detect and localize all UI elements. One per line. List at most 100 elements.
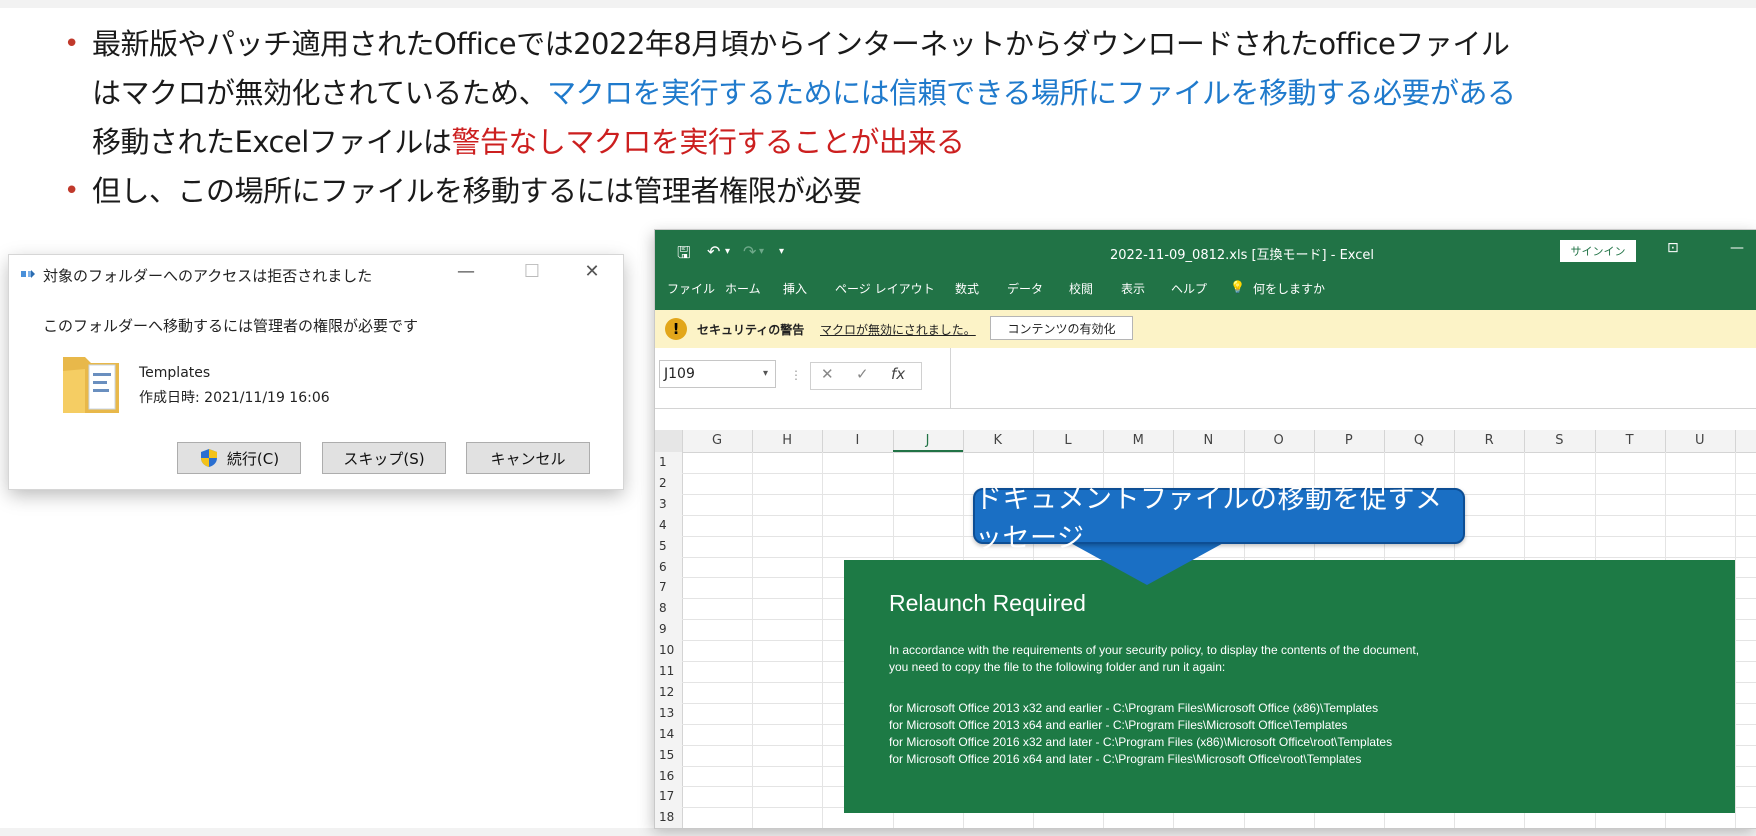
minimize-window-icon[interactable]: — <box>1730 240 1744 256</box>
security-warning-bar: ! セキュリティの警告 マクロが無効にされました。 コンテンツの有効化 <box>655 310 1756 349</box>
save-icon[interactable]: 🖫 <box>677 242 691 269</box>
row-header[interactable]: 4 <box>655 518 683 532</box>
customize-qat-icon[interactable]: ▾ <box>779 246 784 257</box>
formula-buttons: ✕ ✓ fx <box>810 362 922 390</box>
row-header[interactable]: 3 <box>655 497 683 511</box>
bullet-item-1: • 最新版やパッチ適用されたOfficeでは2022年8月頃からインターネットか… <box>60 20 1740 69</box>
row-header[interactable]: 17 <box>655 789 683 803</box>
row-header[interactable]: 7 <box>655 580 683 594</box>
undo-dropdown-icon[interactable]: ▾ <box>725 246 730 257</box>
bullet-1-line-2: はマクロが無効化されているため、 <box>92 76 548 110</box>
security-message[interactable]: マクロが無効にされました。 <box>820 321 976 338</box>
tab-help[interactable]: ヘルプ <box>1171 280 1207 297</box>
column-divider <box>1735 430 1736 452</box>
relaunch-path-line: for Microsoft Office 2013 x32 and earlie… <box>889 701 1379 715</box>
column-header[interactable]: K <box>963 433 1033 448</box>
column-header[interactable]: O <box>1244 433 1314 448</box>
tab-home[interactable]: ホーム <box>725 280 761 297</box>
row-header[interactable]: 8 <box>655 601 683 615</box>
bullet-item-1-cont2: 移動されたExcelファイルは警告なしマクロを実行することが出来る <box>60 118 1740 167</box>
relaunch-path-line: for Microsoft Office 2016 x32 and later … <box>889 735 1393 749</box>
close-button[interactable]: ✕ <box>577 261 607 282</box>
bullet-dot: • <box>64 176 79 206</box>
callout-label: ドキュメントファイルの移動を促すメッセージ <box>973 484 1465 554</box>
maximize-button[interactable]: ☐ <box>517 261 547 282</box>
name-box-dropdown-icon[interactable]: ▾ <box>763 368 768 379</box>
row-header[interactable]: 5 <box>655 539 683 553</box>
redo-icon[interactable]: ↷ <box>743 242 756 261</box>
security-label: セキュリティの警告 <box>697 323 805 337</box>
cancel-button[interactable]: キャンセル <box>466 442 590 474</box>
lightbulb-icon: 💡 <box>1230 280 1245 294</box>
relaunch-title: Relaunch Required <box>889 590 1086 616</box>
row-header[interactable]: 1 <box>655 455 683 469</box>
bullet-dot: • <box>64 29 79 59</box>
tab-data[interactable]: データ <box>1007 280 1043 297</box>
column-header[interactable]: N <box>1173 433 1243 448</box>
relaunch-body-line: you need to copy the file to the followi… <box>889 660 1226 674</box>
row-header[interactable]: 13 <box>655 706 683 720</box>
row-header[interactable]: 2 <box>655 476 683 490</box>
column-header[interactable]: T <box>1595 433 1665 448</box>
formula-bar-grip: ⋮ <box>790 368 802 382</box>
skip-button[interactable]: スキップ(S) <box>322 442 446 474</box>
row-headers: 1 2 3 4 5 6 7 8 9 10 11 12 13 14 15 16 17 18 <box>655 452 683 828</box>
enter-formula-icon[interactable]: ✓ <box>856 365 869 383</box>
tab-view[interactable]: 表示 <box>1121 280 1145 297</box>
bullet-item-1-cont: はマクロが無効化されているため、マクロを実行するためには信頼できる場所にファイル… <box>60 69 1740 118</box>
uac-shield-icon <box>200 449 217 467</box>
tab-page-layout[interactable]: ページ レイアウト <box>835 280 935 297</box>
column-header[interactable]: I <box>822 433 892 448</box>
column-header[interactable]: J <box>893 433 963 448</box>
signin-button[interactable]: サインイン <box>1560 240 1636 262</box>
ribbon-display-options-icon[interactable]: ⊡ <box>1667 240 1679 256</box>
column-header[interactable]: P <box>1314 433 1384 448</box>
tab-insert[interactable]: 挿入 <box>783 280 807 297</box>
column-header[interactable]: R <box>1454 433 1524 448</box>
row-header[interactable]: 15 <box>655 748 683 762</box>
column-header[interactable]: M <box>1103 433 1173 448</box>
column-header[interactable]: S <box>1524 433 1594 448</box>
cancel-formula-icon[interactable]: ✕ <box>821 365 834 383</box>
bullet-2-text: 但し、この場所にファイルを移動するには管理者権限が必要 <box>92 174 862 208</box>
formula-input[interactable] <box>950 348 1756 408</box>
row-header[interactable]: 14 <box>655 727 683 741</box>
column-headers: GHIJKLMNOPQRSTU <box>655 430 1756 453</box>
excel-title-bar: 🖫 ↶ ▾ ↷ ▾ ▾ 2022-11-09_0812.xls [互換モード] … <box>655 230 1756 310</box>
relaunch-body: In accordance with the requirements of y… <box>889 642 1419 676</box>
undo-icon[interactable]: ↶ <box>707 242 720 261</box>
relaunch-required-image: Relaunch Required In accordance with the… <box>844 560 1735 813</box>
tab-formulas[interactable]: 数式 <box>955 280 979 297</box>
row-header[interactable]: 12 <box>655 685 683 699</box>
column-header[interactable]: L <box>1033 433 1103 448</box>
insert-function-icon[interactable]: fx <box>891 365 905 383</box>
dialog-title: 対象のフォルダーへのアクセスは拒否されました <box>43 267 373 285</box>
continue-label: 続行(C) <box>226 449 280 468</box>
tab-review[interactable]: 校閲 <box>1069 280 1093 297</box>
column-header[interactable]: H <box>752 433 822 448</box>
selected-column-indicator <box>892 450 963 452</box>
minimize-button[interactable]: — <box>451 261 481 282</box>
row-header[interactable]: 6 <box>655 560 683 574</box>
continue-button[interactable]: 続行(C) <box>177 442 301 474</box>
name-box[interactable]: J109 <box>659 360 776 388</box>
enable-content-button[interactable]: コンテンツの有効化 <box>990 316 1133 340</box>
row-header[interactable]: 11 <box>655 664 683 678</box>
row-header[interactable]: 9 <box>655 622 683 636</box>
row-header[interactable]: 16 <box>655 769 683 783</box>
select-all-corner[interactable] <box>655 430 683 452</box>
tell-me-search[interactable]: 何をしますか <box>1253 280 1325 297</box>
folder-name: Templates <box>139 365 211 381</box>
relaunch-path-line: for Microsoft Office 2016 x64 and later … <box>889 752 1362 766</box>
excel-title: 2022-11-09_0812.xls [互換モード] - Excel <box>1110 248 1375 263</box>
bullet-1-line-1: 最新版やパッチ適用されたOfficeでは2022年8月頃からインターネットからダ… <box>92 27 1510 61</box>
column-header[interactable]: G <box>682 433 752 448</box>
column-header[interactable]: Q <box>1384 433 1454 448</box>
redo-dropdown-icon[interactable]: ▾ <box>759 246 764 257</box>
column-header[interactable]: U <box>1665 433 1735 448</box>
row-header[interactable]: 18 <box>655 810 683 824</box>
row-header[interactable]: 10 <box>655 643 683 657</box>
bullet-1-highlight-blue: マクロを実行するためには信頼できる場所にファイルを移動する必要がある <box>547 76 1516 110</box>
tab-file[interactable]: ファイル <box>667 280 715 297</box>
grid-row-line <box>682 472 1756 474</box>
